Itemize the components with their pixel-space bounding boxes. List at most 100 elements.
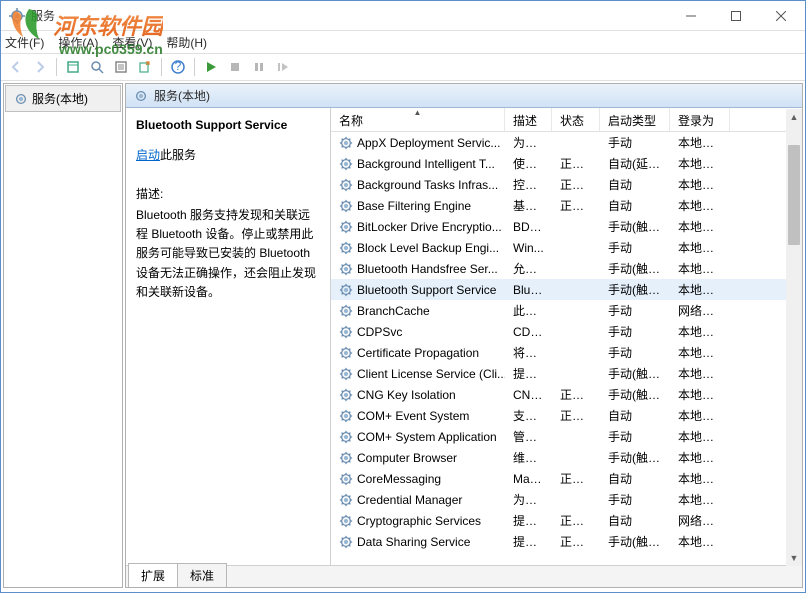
tb-icon-2[interactable]	[86, 56, 108, 78]
service-row[interactable]: BitLocker Drive Encryptio...BDE...手动(触发.…	[331, 216, 802, 237]
cell-start: 手动	[600, 323, 670, 340]
service-gear-icon	[339, 367, 353, 381]
list-title-bar: 服务(本地)	[126, 84, 802, 108]
sort-asc-icon: ▲	[414, 108, 422, 117]
list-header: 名称▲ 描述 状态 启动类型 登录为	[331, 108, 802, 132]
cell-name: Cryptographic Services	[331, 514, 505, 528]
service-row[interactable]: Computer Browser维护...手动(触发...本地系统	[331, 447, 802, 468]
cell-desc: 使用...	[505, 155, 552, 172]
cell-login: 本地服务	[670, 470, 730, 487]
service-gear-icon	[339, 535, 353, 549]
cell-desc: 提供...	[505, 533, 552, 550]
service-gear-icon	[339, 220, 353, 234]
service-row[interactable]: Bluetooth Handsfree Ser...允许...手动(触发...本…	[331, 258, 802, 279]
service-row[interactable]: Client License Service (Cli...提供...手动(触发…	[331, 363, 802, 384]
cell-start: 自动	[600, 512, 670, 529]
column-start-type[interactable]: 启动类型	[600, 108, 670, 131]
service-gear-icon	[339, 451, 353, 465]
column-name[interactable]: 名称▲	[331, 108, 505, 131]
cell-start: 手动(触发...	[600, 533, 670, 550]
cell-name: Client License Service (Cli...	[331, 367, 505, 381]
close-button[interactable]	[758, 1, 803, 30]
stop-service-button[interactable]	[224, 56, 246, 78]
cell-start: 自动(延迟...	[600, 155, 670, 172]
service-row[interactable]: COM+ Event System支持...正在...自动本地服务	[331, 405, 802, 426]
right-panel: 服务(本地) Bluetooth Support Service 启动此服务 描…	[125, 83, 803, 588]
service-row[interactable]: CDPSvcCDP...手动本地系统	[331, 321, 802, 342]
tab-standard[interactable]: 标准	[177, 563, 227, 587]
service-row[interactable]: Certificate Propagation将用...手动本地系统	[331, 342, 802, 363]
cell-login: 本地系统	[670, 428, 730, 445]
cell-desc: 此服...	[505, 302, 552, 319]
maximize-button[interactable]	[713, 1, 758, 30]
service-row[interactable]: Block Level Backup Engi...Win...手动本地系统	[331, 237, 802, 258]
cell-name: BranchCache	[331, 304, 505, 318]
service-gear-icon	[339, 514, 353, 528]
pause-service-button[interactable]	[248, 56, 270, 78]
cell-desc: Blue...	[505, 283, 552, 297]
help-button[interactable]: ?	[167, 56, 189, 78]
window-title: 服务	[31, 7, 668, 24]
cell-status: 正在...	[552, 155, 600, 172]
service-row[interactable]: AppX Deployment Servic...为部...手动本地系统	[331, 132, 802, 153]
minimize-button[interactable]	[668, 1, 713, 30]
scroll-thumb[interactable]	[788, 145, 800, 245]
service-gear-icon	[339, 493, 353, 507]
scroll-down-icon[interactable]: ▼	[786, 550, 802, 566]
service-row[interactable]: Credential Manager为用...手动本地系统	[331, 489, 802, 510]
scroll-up-icon[interactable]: ▲	[786, 109, 802, 125]
column-login-as[interactable]: 登录为	[670, 108, 730, 131]
menu-file[interactable]: 文件(F)	[5, 34, 44, 51]
cell-name: Computer Browser	[331, 451, 505, 465]
forward-button[interactable]	[29, 56, 51, 78]
tb-icon-1[interactable]	[62, 56, 84, 78]
service-row[interactable]: Bluetooth Support ServiceBlue...手动(触发...…	[331, 279, 802, 300]
tree-item-services-local[interactable]: 服务(本地)	[5, 85, 121, 112]
menu-action[interactable]: 操作(A)	[58, 34, 98, 51]
service-row[interactable]: Base Filtering Engine基本...正在...自动本地服务	[331, 195, 802, 216]
cell-login: 网络服务	[670, 512, 730, 529]
service-row[interactable]: CoreMessagingMan...正在...自动本地服务	[331, 468, 802, 489]
content-area: 服务(本地) 服务(本地) Bluetooth Support Service …	[1, 81, 805, 590]
service-row[interactable]: Data Sharing Service提供...正在...手动(触发...本地…	[331, 531, 802, 552]
service-gear-icon	[339, 157, 353, 171]
restart-service-button[interactable]	[272, 56, 294, 78]
cell-name: Background Tasks Infras...	[331, 178, 505, 192]
tree-item-label: 服务(本地)	[32, 90, 88, 107]
cell-desc: Win...	[505, 241, 552, 255]
menu-help[interactable]: 帮助(H)	[166, 34, 207, 51]
cell-login: 本地系统	[670, 323, 730, 340]
cell-login: 本地服务	[670, 407, 730, 424]
vertical-scrollbar[interactable]: ▲ ▼	[786, 109, 802, 566]
tab-extended[interactable]: 扩展	[128, 563, 178, 587]
service-row[interactable]: CNG Key IsolationCNG...正在...手动(触发...本地系统	[331, 384, 802, 405]
cell-desc: BDE...	[505, 220, 552, 234]
list-title: 服务(本地)	[154, 87, 210, 104]
selected-service-name: Bluetooth Support Service	[136, 118, 320, 132]
start-service-link[interactable]: 启动	[136, 148, 160, 162]
description-label: 描述:	[136, 185, 320, 202]
menu-view[interactable]: 查看(V)	[112, 34, 152, 51]
service-row[interactable]: Background Tasks Infras...控制...正在...自动本地…	[331, 174, 802, 195]
service-row[interactable]: COM+ System Application管理...手动本地系统	[331, 426, 802, 447]
back-button[interactable]	[5, 56, 27, 78]
cell-start: 自动	[600, 470, 670, 487]
start-service-button[interactable]	[200, 56, 222, 78]
column-desc[interactable]: 描述	[505, 108, 552, 131]
services-list: 名称▲ 描述 状态 启动类型 登录为 AppX Deployment Servi…	[331, 108, 802, 565]
cell-name: COM+ System Application	[331, 430, 505, 444]
cell-login: 本地服务	[670, 197, 730, 214]
service-row[interactable]: Background Intelligent T...使用...正在...自动(…	[331, 153, 802, 174]
export-button[interactable]	[134, 56, 156, 78]
service-row[interactable]: BranchCache此服...手动网络服务	[331, 300, 802, 321]
properties-button[interactable]	[110, 56, 132, 78]
cell-start: 手动(触发...	[600, 449, 670, 466]
service-gear-icon	[339, 409, 353, 423]
cell-start: 手动	[600, 428, 670, 445]
cell-desc: 为部...	[505, 134, 552, 151]
service-row[interactable]: Cryptographic Services提供...正在...自动网络服务	[331, 510, 802, 531]
cell-name: COM+ Event System	[331, 409, 505, 423]
svg-text:?: ?	[175, 60, 182, 73]
column-status[interactable]: 状态	[552, 108, 600, 131]
cell-login: 本地系统	[670, 533, 730, 550]
